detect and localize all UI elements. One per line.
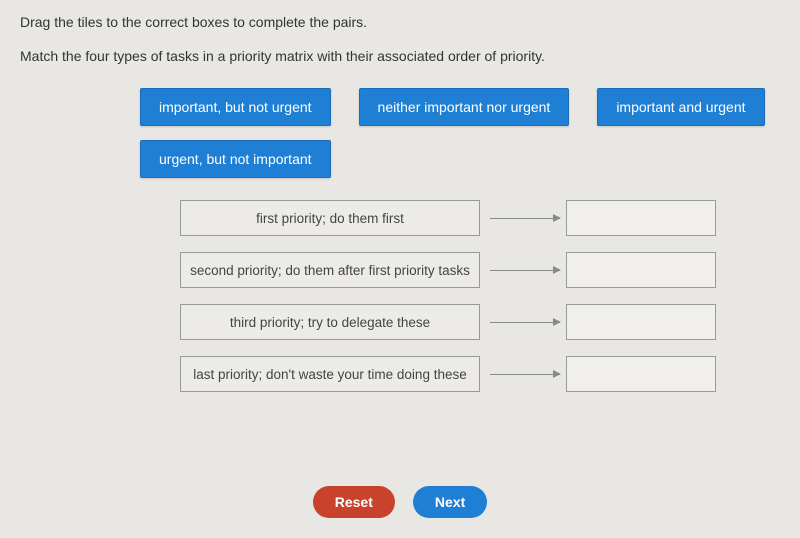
arrow-icon <box>490 374 560 375</box>
drop-target-4[interactable] <box>566 356 716 392</box>
arrow-icon <box>490 270 560 271</box>
given-last-priority: last priority; don't waste your time doi… <box>180 356 480 392</box>
arrow-icon <box>490 218 560 219</box>
drop-target-3[interactable] <box>566 304 716 340</box>
arrow-icon <box>490 322 560 323</box>
pair-row: second priority; do them after first pri… <box>180 252 780 288</box>
tile-important-urgent[interactable]: important and urgent <box>597 88 764 126</box>
reset-button[interactable]: Reset <box>313 486 395 518</box>
footer-buttons: Reset Next <box>0 486 800 518</box>
tile-urgent-not-important[interactable]: urgent, but not important <box>140 140 331 178</box>
pair-row: third priority; try to delegate these <box>180 304 780 340</box>
pairs-area: first priority; do them first second pri… <box>20 200 780 392</box>
next-button[interactable]: Next <box>413 486 487 518</box>
drop-target-2[interactable] <box>566 252 716 288</box>
given-third-priority: third priority; try to delegate these <box>180 304 480 340</box>
instruction-match: Match the four types of tasks in a prior… <box>20 48 780 64</box>
drop-target-1[interactable] <box>566 200 716 236</box>
tiles-area: important, but not urgent neither import… <box>20 88 780 178</box>
given-first-priority: first priority; do them first <box>180 200 480 236</box>
pair-row: last priority; don't waste your time doi… <box>180 356 780 392</box>
tile-neither[interactable]: neither important nor urgent <box>359 88 570 126</box>
instruction-drag: Drag the tiles to the correct boxes to c… <box>20 14 780 30</box>
given-second-priority: second priority; do them after first pri… <box>180 252 480 288</box>
pair-row: first priority; do them first <box>180 200 780 236</box>
tile-important-not-urgent[interactable]: important, but not urgent <box>140 88 331 126</box>
